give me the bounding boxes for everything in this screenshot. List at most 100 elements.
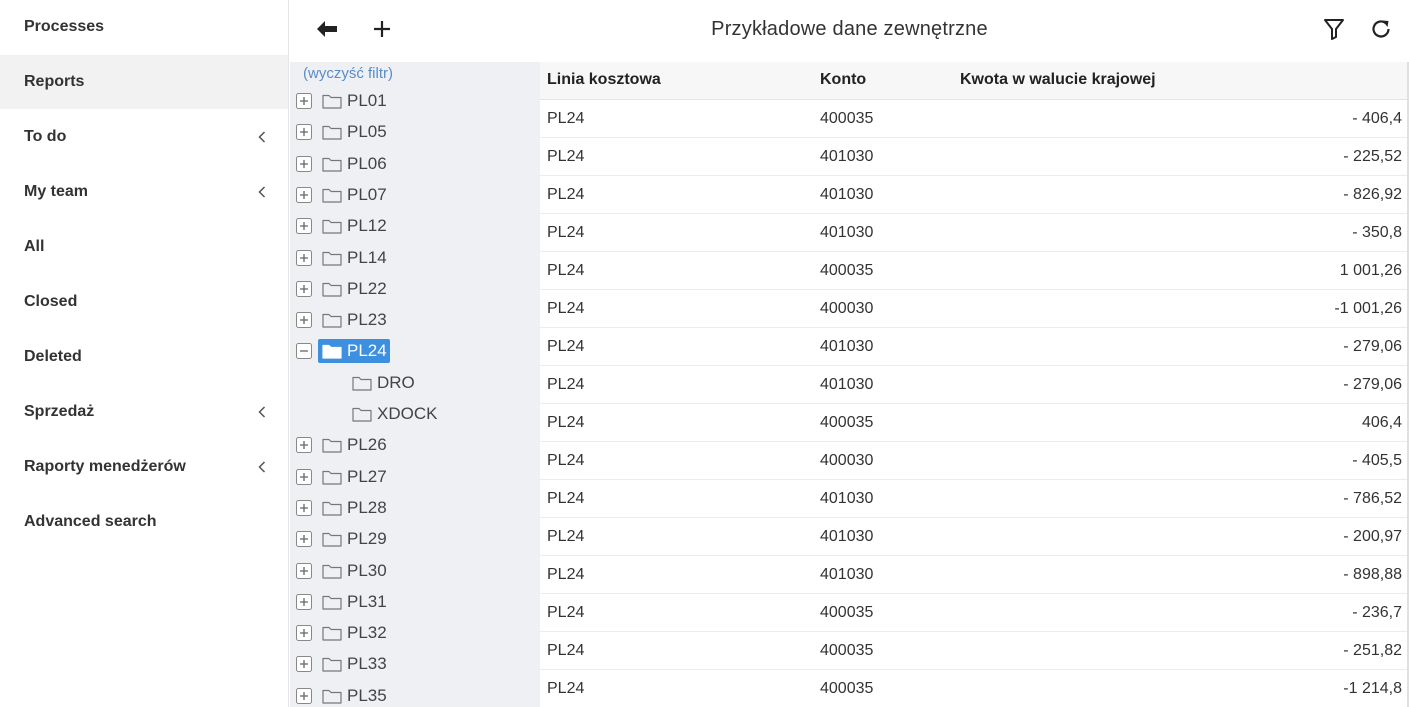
sidebar-item-all[interactable]: All [0, 220, 288, 274]
tree-node-label: PL33 [347, 654, 387, 674]
cell-konto: 401030 [820, 148, 874, 165]
cell-linia-kosztowa: PL24 [547, 452, 585, 469]
cell-konto: 401030 [820, 376, 874, 393]
filter-button[interactable] [1319, 14, 1349, 44]
table-row[interactable]: PL24 401030 - 786,52 [540, 480, 1409, 518]
table-row[interactable]: PL24 400035 - 251,82 [540, 632, 1409, 670]
tree-node-body[interactable]: PL29 [318, 527, 390, 551]
tree-node-pl35[interactable]: PL35 [296, 684, 390, 707]
sidebar-item-processes[interactable]: Processes [0, 0, 288, 54]
chevron-left-icon [258, 131, 266, 143]
tree-node-label: PL27 [347, 466, 387, 486]
tree-node-body[interactable]: PL24 [318, 339, 390, 364]
tree-node-label: PL05 [347, 122, 387, 142]
tree-node-pl31[interactable]: PL31 [296, 590, 390, 614]
tree-node-body[interactable]: PL14 [318, 246, 390, 270]
tree-node-body[interactable]: PL06 [318, 152, 390, 176]
clear-filter-link[interactable]: (wyczyść filtr) [303, 65, 393, 82]
tree-node-label: PL35 [347, 685, 387, 705]
table-row[interactable]: PL24 401030 - 279,06 [540, 328, 1409, 366]
table-row[interactable]: PL24 401030 - 225,52 [540, 138, 1409, 176]
tree-node-pl01[interactable]: PL01 [296, 89, 390, 113]
tree-node-body[interactable]: PL01 [318, 89, 390, 113]
cell-kwota: - 405,5 [1352, 452, 1402, 469]
table-row[interactable]: PL24 400035 1 001,26 [540, 252, 1409, 290]
table-row[interactable]: PL24 400030 - 405,5 [540, 442, 1409, 480]
tree-node-body[interactable]: PL33 [318, 652, 390, 676]
tree-node-xdock[interactable]: XDOCK [348, 402, 440, 426]
tree-node-label: XDOCK [377, 404, 438, 423]
table-row[interactable]: PL24 401030 - 898,88 [540, 556, 1409, 594]
tree-node-pl28[interactable]: PL28 [296, 496, 390, 520]
tree-node-body[interactable]: PL22 [318, 277, 390, 301]
tree-node-label: PL06 [347, 153, 387, 173]
cell-linia-kosztowa: PL24 [547, 224, 585, 241]
cell-linia-kosztowa: PL24 [547, 642, 585, 659]
tree-node-pl33[interactable]: PL33 [296, 652, 390, 676]
tree-node-pl14[interactable]: PL14 [296, 246, 390, 270]
table-row[interactable]: PL24 401030 - 350,8 [540, 214, 1409, 252]
sidebar-item-to-do[interactable]: To do [0, 110, 288, 164]
cell-linia-kosztowa: PL24 [547, 528, 585, 545]
tree-node-pl27[interactable]: PL27 [296, 465, 390, 489]
sidebar-item-closed[interactable]: Closed [0, 275, 288, 329]
tree-node-pl05[interactable]: PL05 [296, 120, 390, 144]
tree-node-body[interactable]: PL05 [318, 120, 390, 144]
folder-icon [322, 156, 347, 172]
folder-icon [322, 281, 347, 297]
tree-node-pl23[interactable]: PL23 [296, 308, 390, 332]
tree-node-body[interactable]: PL12 [318, 214, 390, 238]
refresh-button[interactable] [1366, 14, 1396, 44]
column-header-linia[interactable]: Linia kosztowa [547, 62, 661, 100]
table-row[interactable]: PL24 401030 - 279,06 [540, 366, 1409, 404]
tree-node-body[interactable]: XDOCK [348, 402, 440, 426]
tree-node-body[interactable]: PL23 [318, 308, 390, 332]
cell-konto: 401030 [820, 490, 874, 507]
sidebar-item-deleted[interactable]: Deleted [0, 330, 288, 384]
folder-icon [322, 531, 347, 547]
refresh-icon [1372, 20, 1390, 38]
filter-icon [1324, 19, 1344, 40]
tree-node-pl07[interactable]: PL07 [296, 183, 390, 207]
sidebar-item-reports[interactable]: Reports [0, 55, 288, 109]
tree-node-body[interactable]: PL35 [318, 684, 390, 707]
table-row[interactable]: PL24 400035 - 406,4 [540, 100, 1409, 138]
tree-node-body[interactable]: PL27 [318, 465, 390, 489]
tree-node-body[interactable]: PL07 [318, 183, 390, 207]
table-row[interactable]: PL24 400030 -1 001,26 [540, 290, 1409, 328]
column-header-konto[interactable]: Konto [820, 62, 866, 100]
tree-node-pl30[interactable]: PL30 [296, 559, 390, 583]
table-row[interactable]: PL24 400035 406,4 [540, 404, 1409, 442]
table-row[interactable]: PL24 401030 - 826,92 [540, 176, 1409, 214]
tree-node-pl24[interactable]: PL24 [296, 339, 390, 364]
folder-icon [322, 343, 347, 359]
table-row[interactable]: PL24 400035 - 236,7 [540, 594, 1409, 632]
tree-node-body[interactable]: PL28 [318, 496, 390, 520]
sidebar-item-sprzedaz[interactable]: Sprzedaż [0, 385, 288, 439]
table-row[interactable]: PL24 400035 -1 214,8 [540, 670, 1409, 707]
column-header-kwota[interactable]: Kwota w walucie krajowej [960, 62, 1156, 100]
tree-node-pl32[interactable]: PL32 [296, 621, 390, 645]
sidebar-item-my-team[interactable]: My team [0, 165, 288, 219]
tree-node-body[interactable]: DRO [348, 371, 418, 395]
tree-node-body[interactable]: PL26 [318, 433, 390, 457]
tree-node-pl06[interactable]: PL06 [296, 152, 390, 176]
tree-node-body[interactable]: PL31 [318, 590, 390, 614]
cell-linia-kosztowa: PL24 [547, 186, 585, 203]
folder-icon [322, 250, 347, 266]
tree-node-label: PL31 [347, 591, 387, 611]
sidebar-item-advanced-search[interactable]: Advanced search [0, 495, 288, 549]
folder-tree: (wyczyść filtr) PL01 PL05 PL06 PL07 PL12 PL14… [290, 62, 540, 707]
sidebar-item-label: My team [24, 183, 89, 200]
tree-node-dro[interactable]: DRO [348, 371, 418, 395]
tree-node-pl22[interactable]: PL22 [296, 277, 390, 301]
tree-node-pl26[interactable]: PL26 [296, 433, 390, 457]
tree-node-body[interactable]: PL32 [318, 621, 390, 645]
sidebar-item-raporty-menedzerow[interactable]: Raporty menedżerów [0, 440, 288, 494]
table-row[interactable]: PL24 401030 - 200,97 [540, 518, 1409, 556]
cell-linia-kosztowa: PL24 [547, 262, 585, 279]
tree-node-pl29[interactable]: PL29 [296, 527, 390, 551]
sidebar-item-label: Closed [24, 293, 78, 310]
tree-node-body[interactable]: PL30 [318, 559, 390, 583]
tree-node-pl12[interactable]: PL12 [296, 214, 390, 238]
